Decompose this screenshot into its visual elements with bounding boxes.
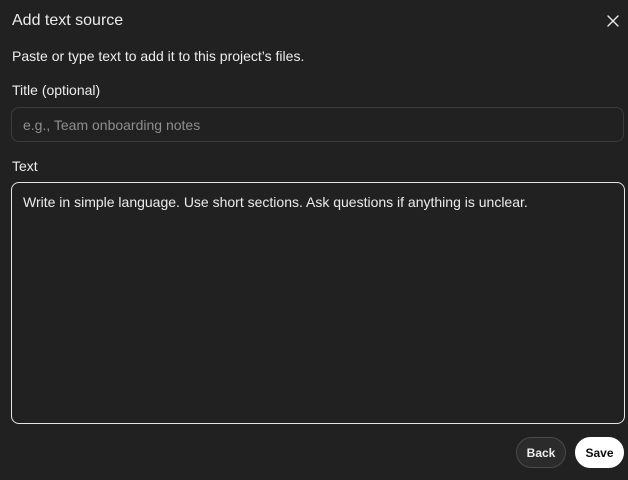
- title-field-label: Title (optional): [12, 82, 101, 98]
- close-icon: [607, 15, 619, 27]
- close-button[interactable]: [603, 11, 623, 31]
- dialog-description: Paste or type text to add it to this pro…: [12, 48, 305, 64]
- text-field-label: Text: [12, 158, 38, 174]
- dialog-title: Add text source: [12, 12, 124, 29]
- title-input[interactable]: [11, 107, 624, 142]
- back-button[interactable]: Back: [516, 437, 566, 468]
- add-text-source-dialog: Add text source Paste or type text to ad…: [0, 0, 628, 480]
- save-button[interactable]: Save: [575, 437, 624, 468]
- text-input[interactable]: [11, 182, 625, 424]
